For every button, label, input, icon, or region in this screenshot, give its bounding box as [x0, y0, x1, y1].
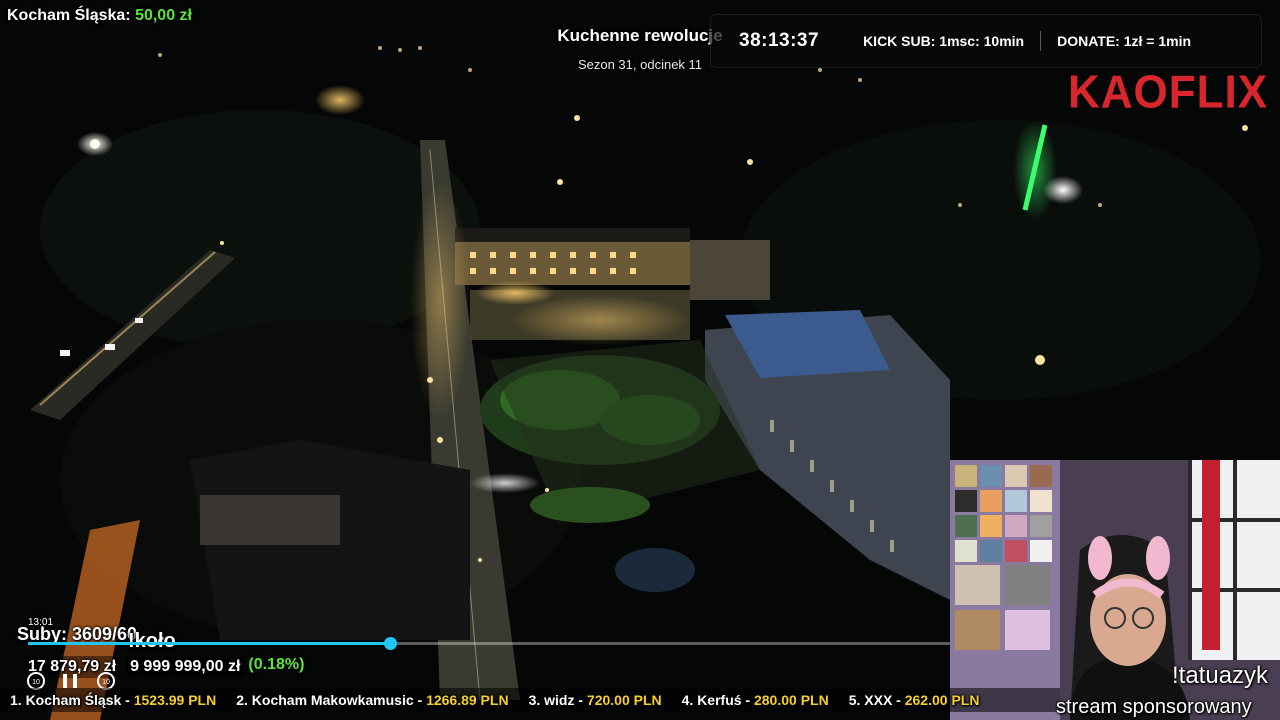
donor-entry: 2. Kocham Makowkamusic - 1266.89 PLN [236, 692, 508, 708]
donor-name: 4. Kerfuś - [681, 692, 754, 708]
donor-entry: 1. Kocham Śląsk - 1523.99 PLN [10, 692, 216, 708]
last-donation-label: Kocham Śląska: [7, 7, 131, 24]
donate-rate: DONATE: 1zł = 1min [1057, 33, 1192, 49]
stream-stats-bar: 38:13:37 KICK SUB: 1msc: 10min DONATE: 1… [710, 14, 1262, 68]
video-progress-bar[interactable] [28, 637, 950, 650]
video-progress-fill [28, 642, 391, 645]
top-donors-ticker: 1. Kocham Śląsk - 1523.99 PLN 2. Kocham M… [0, 688, 1060, 712]
donor-amount: 280.00 PLN [753, 692, 829, 708]
donor-name: 3. widz - [528, 692, 587, 708]
donor-name: 2. Kocham Makowkamusic - [236, 692, 427, 708]
kaoflix-logo: KAOFLIX [1068, 66, 1269, 119]
donor-name: 5. XXX - [848, 692, 905, 708]
donor-amount: 1266.89 PLN [426, 692, 509, 708]
donor-amount: 720.00 PLN [586, 692, 662, 708]
kick-sub-rate: KICK SUB: 1msc: 10min [863, 33, 1025, 49]
donor-entry: 4. Kerfuś - 280.00 PLN [682, 692, 829, 708]
goal-target: 9 999 999,00 zł [126, 656, 245, 678]
donor-amount: 1523.99 PLN [133, 692, 217, 708]
donor-entry: 3. widz - 720.00 PLN [529, 692, 662, 708]
last-donation-amount: 50,00 zł [135, 7, 192, 24]
last-donation: Kocham Śląska: 50,00 zł [7, 7, 192, 25]
donor-amount: 262.00 PLN [904, 692, 980, 708]
tattoo-command: !tatuazyk [1172, 662, 1269, 689]
sponsored-notice: stream sponsorowany [1056, 696, 1252, 718]
goal-percent: (0.18%) [248, 656, 305, 673]
donor-entry: 5. XXX - 262.00 PLN [849, 692, 980, 708]
subathon-timer: 38:13:37 [739, 30, 820, 51]
donor-name: 1. Kocham Śląsk - [10, 692, 134, 708]
